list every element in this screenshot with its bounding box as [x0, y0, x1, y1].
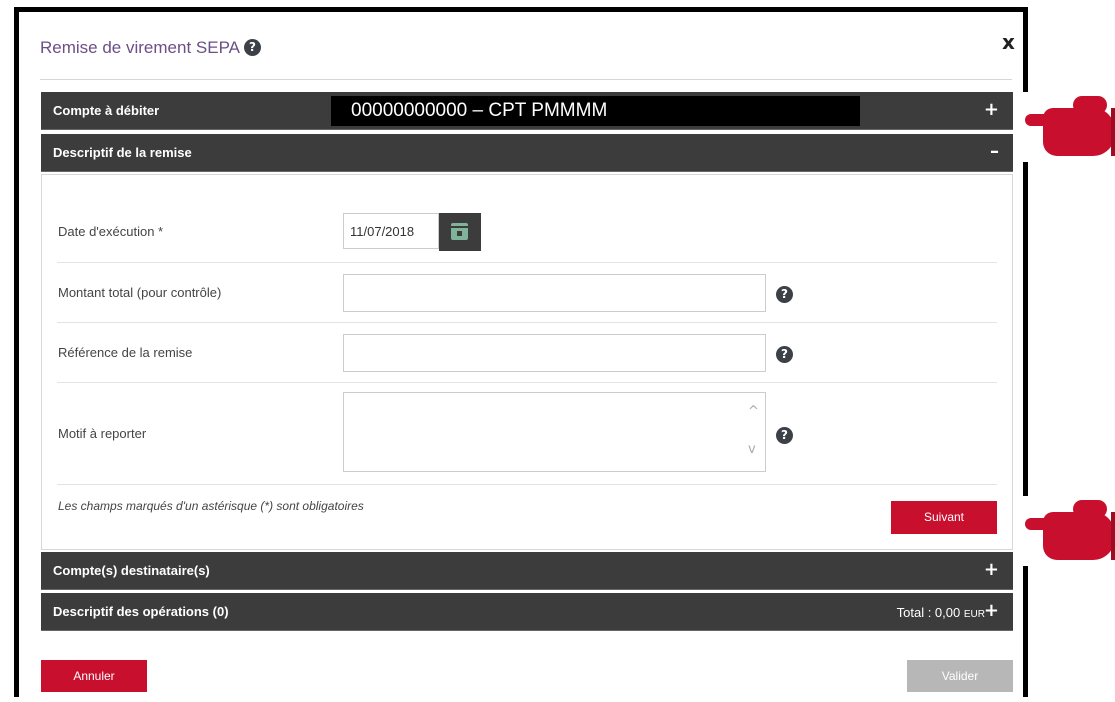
- section-descriptif-remise-label: Descriptif de la remise: [53, 145, 192, 160]
- dialog-title-text: Remise de virement SEPA: [40, 38, 240, 57]
- row-divider: [57, 322, 997, 323]
- section-compte-debiter-label: Compte à débiter: [53, 103, 160, 118]
- row-divider: [57, 484, 997, 485]
- dialog-title: Remise de virement SEPA?: [40, 38, 261, 58]
- montant-label: Montant total (pour contrôle): [58, 285, 222, 300]
- motif-label: Motif à reporter: [58, 426, 147, 441]
- question-circle-icon[interactable]: ?: [243, 39, 261, 57]
- section-descriptif-remise[interactable]: Descriptif de la remise –: [41, 134, 1013, 172]
- section-descriptif-operations-label: Descriptif des opérations (0): [53, 604, 229, 619]
- operations-total: Total : 0,00 EUR: [897, 605, 985, 620]
- calendar-button[interactable]: [439, 213, 481, 251]
- motif-help-icon[interactable]: ?: [776, 427, 793, 444]
- title-divider: [40, 79, 1012, 80]
- motif-textarea[interactable]: [343, 392, 766, 472]
- operations-total-currency: EUR: [963, 609, 985, 620]
- hand-cuff: [1111, 512, 1115, 560]
- suivant-button[interactable]: Suivant: [891, 501, 997, 534]
- reference-input[interactable]: [343, 334, 766, 372]
- section-descriptif-operations[interactable]: Descriptif des opérations (0) Total : 0,…: [41, 593, 1013, 631]
- date-input[interactable]: [343, 213, 439, 249]
- operations-total-value: Total : 0,00: [896, 605, 961, 620]
- close-icon[interactable]: x: [1002, 30, 1015, 54]
- montant-input[interactable]: [343, 274, 766, 312]
- expand-plus-icon[interactable]: +: [984, 99, 999, 120]
- pointing-hand-icon: [1015, 496, 1115, 566]
- section-comptes-destinataires-label: Compte(s) destinataire(s): [53, 563, 210, 578]
- expand-plus-icon[interactable]: +: [984, 559, 999, 580]
- debit-account-value: 00000000000 – CPT PMMMM: [331, 96, 860, 126]
- calendar-icon: [451, 223, 468, 240]
- montant-help-icon[interactable]: ?: [776, 286, 793, 303]
- expand-plus-icon[interactable]: +: [984, 600, 999, 621]
- row-divider: [57, 262, 997, 263]
- hand-cuff: [1111, 108, 1115, 156]
- hand-backdrop: [1015, 92, 1037, 162]
- pointing-hand-icon: [1015, 92, 1115, 162]
- collapse-minus-icon[interactable]: –: [990, 141, 999, 162]
- date-label: Date d'exécution *: [58, 224, 164, 239]
- valider-button[interactable]: Valider: [907, 660, 1013, 692]
- debit-account-text: 00000000000 – CPT PMMMM: [351, 100, 608, 121]
- scroll-up-icon[interactable]: ^: [748, 404, 759, 419]
- required-fields-note: Les champs marqués d'un astérisque (*) s…: [58, 499, 364, 513]
- hand-backdrop: [1015, 496, 1037, 566]
- scroll-down-icon[interactable]: v: [748, 442, 756, 457]
- hand-palm: [1043, 512, 1115, 560]
- reference-label: Référence de la remise: [58, 345, 193, 360]
- section-comptes-destinataires[interactable]: Compte(s) destinataire(s) +: [41, 552, 1013, 590]
- annuler-button[interactable]: Annuler: [41, 660, 147, 692]
- hand-palm: [1043, 108, 1115, 156]
- reference-help-icon[interactable]: ?: [776, 346, 793, 363]
- row-divider: [57, 382, 997, 383]
